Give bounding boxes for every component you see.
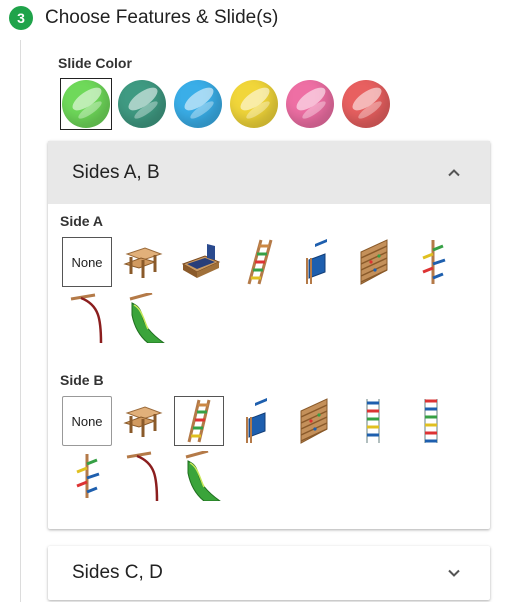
side-b-none-option[interactable]: None bbox=[62, 396, 112, 446]
side-b-ladder-option[interactable] bbox=[174, 396, 224, 446]
side-b-none-label: None bbox=[71, 413, 103, 429]
red-color-ball bbox=[342, 80, 390, 128]
chevron-up-icon[interactable] bbox=[446, 165, 462, 181]
side-b-wave-slide-option[interactable] bbox=[176, 451, 226, 501]
picnic-table-icon bbox=[123, 406, 163, 437]
side-a-climbing-pole-option[interactable] bbox=[408, 237, 458, 287]
side-b-rock-wall-panel-option[interactable] bbox=[232, 396, 282, 446]
step-title: Choose Features & Slide(s) bbox=[45, 7, 279, 28]
rope-ladder-icon bbox=[366, 399, 380, 443]
side-a-rock-wall-panel-option[interactable] bbox=[292, 237, 342, 287]
green-color-ball bbox=[62, 80, 110, 128]
rock-wall-panel-icon bbox=[306, 239, 327, 284]
step-rail bbox=[20, 40, 21, 602]
sides-ab-title: Sides A, B bbox=[72, 161, 160, 183]
blue-color-ball bbox=[174, 80, 222, 128]
side-a-wave-slide-option[interactable] bbox=[120, 293, 170, 343]
sandbox-icon bbox=[181, 244, 221, 278]
side-b-climbing-pole-option[interactable] bbox=[62, 451, 112, 501]
wave-slide-icon bbox=[129, 293, 165, 343]
ladder-icon bbox=[187, 399, 211, 443]
swatch-blue[interactable] bbox=[172, 78, 224, 130]
climbing-wall-icon bbox=[300, 398, 328, 444]
climbing-pole-icon bbox=[76, 454, 100, 498]
side-a-fire-pole-option[interactable] bbox=[62, 293, 112, 343]
slide-color-swatches bbox=[60, 78, 396, 130]
yellow-color-ball bbox=[230, 80, 278, 128]
side-a-none-label: None bbox=[71, 254, 103, 270]
step-header: 3 Choose Features & Slide(s) bbox=[9, 6, 278, 30]
side-a-none-option[interactable]: None bbox=[62, 237, 112, 287]
sides-cd-header[interactable]: Sides C, D bbox=[48, 546, 490, 600]
ladder-icon bbox=[247, 239, 273, 285]
swatch-teal[interactable] bbox=[116, 78, 168, 130]
chevron-down-icon[interactable] bbox=[446, 565, 462, 581]
side-a-sandbox-option[interactable] bbox=[176, 237, 226, 287]
fire-pole-icon bbox=[126, 451, 159, 501]
climbing-wall-icon bbox=[360, 239, 388, 285]
sides-cd-panel: Sides C, D bbox=[48, 546, 490, 600]
fire-pole-icon bbox=[70, 293, 103, 343]
rock-wall-panel-icon bbox=[246, 398, 267, 443]
swatch-yellow[interactable] bbox=[228, 78, 280, 130]
side-a-picnic-table-option[interactable] bbox=[118, 237, 168, 287]
sides-ab-header[interactable]: Sides A, B bbox=[48, 141, 490, 204]
sides-cd-title: Sides C, D bbox=[72, 562, 163, 583]
side-a-ladder-option[interactable] bbox=[234, 237, 284, 287]
pink-color-ball bbox=[286, 80, 334, 128]
step-number-badge: 3 bbox=[9, 6, 33, 30]
sides-ab-panel: Sides A, B Side A None Side B None bbox=[48, 141, 490, 529]
swatch-green[interactable] bbox=[60, 78, 112, 130]
rope-ladder-tall-icon bbox=[424, 399, 438, 443]
side-b-rope-ladder-option[interactable] bbox=[348, 396, 398, 446]
slide-color-label: Slide Color bbox=[58, 55, 132, 71]
swatch-red[interactable] bbox=[340, 78, 392, 130]
side-b-rope-ladder-tall-option[interactable] bbox=[406, 396, 456, 446]
side-a-label: Side A bbox=[60, 213, 104, 229]
picnic-table-icon bbox=[123, 247, 163, 278]
swatch-pink[interactable] bbox=[284, 78, 336, 130]
side-b-label: Side B bbox=[60, 372, 104, 388]
side-b-climbing-wall-option[interactable] bbox=[290, 396, 340, 446]
side-a-climbing-wall-option[interactable] bbox=[350, 237, 400, 287]
climbing-pole-icon bbox=[422, 240, 446, 284]
wave-slide-icon bbox=[185, 451, 221, 501]
side-b-picnic-table-option[interactable] bbox=[118, 396, 168, 446]
side-b-fire-pole-option[interactable] bbox=[118, 451, 168, 501]
teal-color-ball bbox=[118, 80, 166, 128]
